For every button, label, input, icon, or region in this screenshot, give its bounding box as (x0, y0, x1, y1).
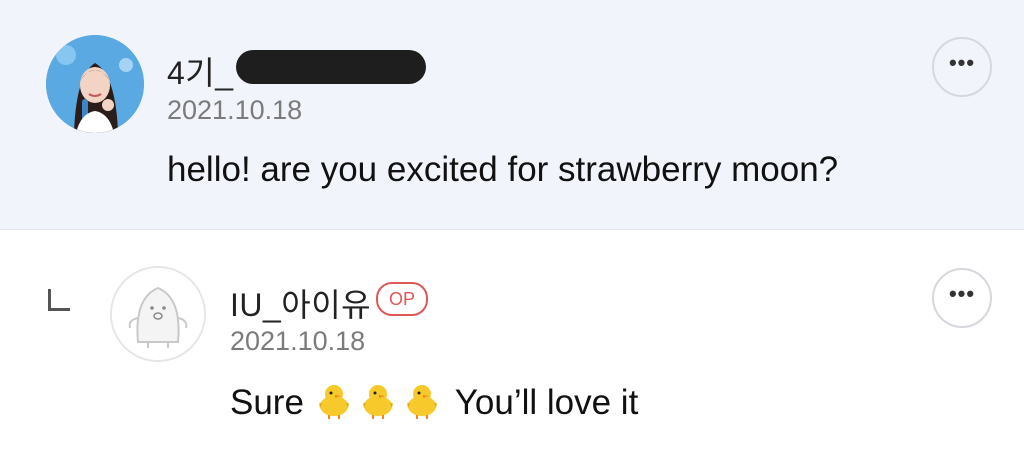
more-icon: ••• (948, 281, 976, 306)
op-badge: OP (376, 282, 429, 316)
chick-emoji-icon (363, 385, 393, 419)
comment-text: Sure You’ll love it (230, 380, 638, 423)
comment-date: 2021.10.18 (230, 326, 366, 356)
penguin-default-avatar-icon (112, 268, 204, 360)
comment-text-prefix: Sure (230, 383, 304, 422)
username[interactable]: 4기_ (167, 48, 234, 94)
user-avatar[interactable] (110, 266, 206, 362)
reply-indent-icon (48, 289, 70, 311)
comment-date: 2021.10.18 (167, 95, 303, 125)
more-icon: ••• (948, 50, 976, 75)
user-avatar[interactable] (46, 35, 144, 133)
comment-text: hello! are you excited for strawberry mo… (167, 150, 839, 189)
reply-comment: IU_아이유 OP 2021.10.18 Sure You’ll love it… (0, 230, 1024, 460)
parent-comment: 4기_ 2021.10.18 hello! are you excited fo… (0, 0, 1024, 230)
chick-emoji-icon (407, 385, 437, 419)
user-photo-avatar-icon (46, 35, 144, 133)
comment-thread: 4기_ 2021.10.18 hello! are you excited fo… (0, 0, 1024, 460)
more-options-button[interactable]: ••• (932, 37, 992, 97)
more-options-button[interactable]: ••• (932, 268, 992, 328)
username[interactable]: IU_아이유 (230, 280, 371, 326)
redaction-mark (236, 50, 426, 84)
comment-text-suffix: You’ll love it (445, 383, 639, 422)
chick-emoji-icon (319, 385, 349, 419)
